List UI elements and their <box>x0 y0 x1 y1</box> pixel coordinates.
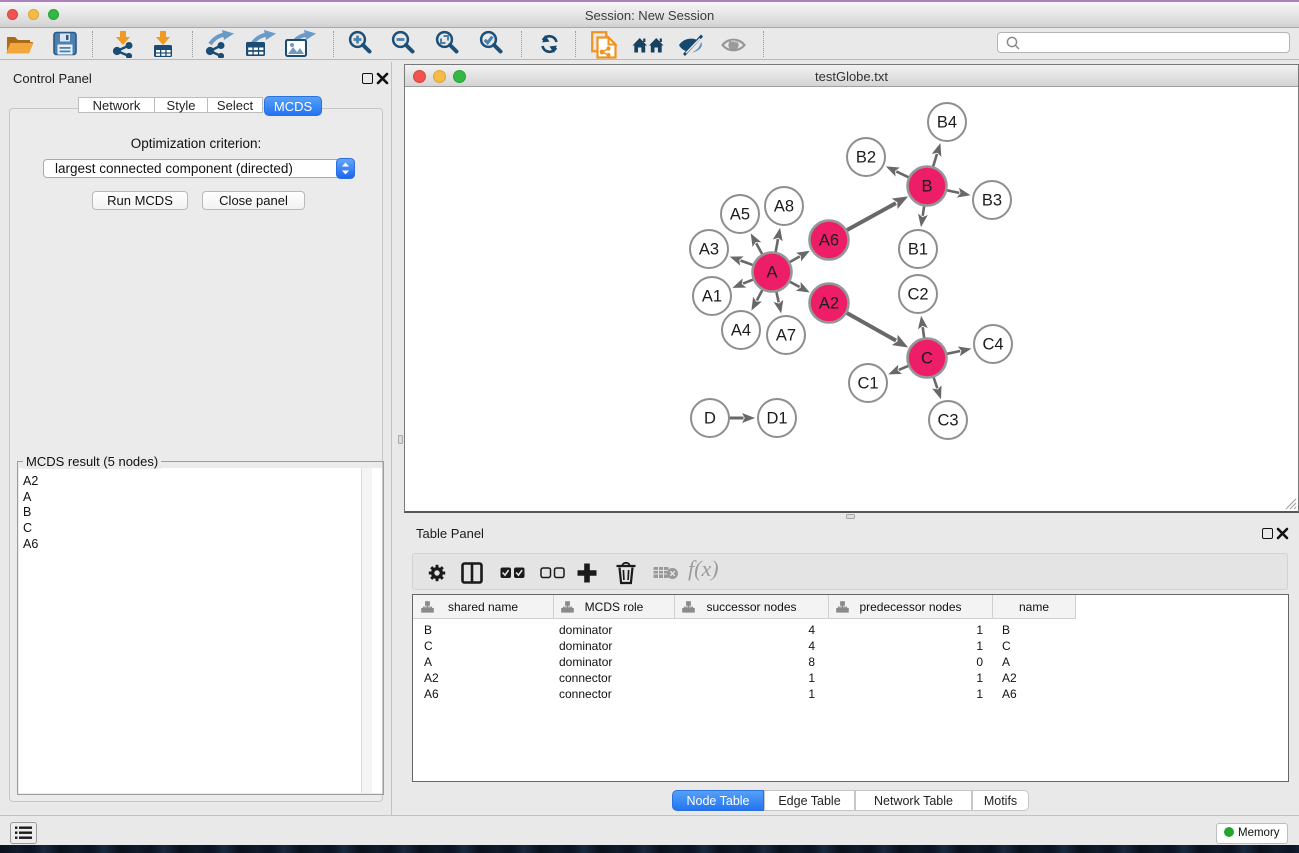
svg-text:D1: D1 <box>766 410 787 428</box>
svg-text:B2: B2 <box>856 149 876 167</box>
svg-text:A7: A7 <box>776 327 796 345</box>
svg-text:A2: A2 <box>819 295 839 313</box>
svg-text:B: B <box>921 178 932 196</box>
svg-text:A4: A4 <box>731 322 751 340</box>
svg-text:A3: A3 <box>699 241 719 259</box>
svg-text:A8: A8 <box>774 198 794 216</box>
svg-text:A6: A6 <box>819 232 839 250</box>
svg-text:B1: B1 <box>908 241 928 259</box>
svg-text:B3: B3 <box>982 192 1002 210</box>
svg-text:C: C <box>921 350 933 368</box>
svg-text:D: D <box>704 410 716 428</box>
svg-text:C2: C2 <box>907 286 928 304</box>
svg-text:C3: C3 <box>937 412 958 430</box>
svg-text:C1: C1 <box>857 375 878 393</box>
svg-text:C4: C4 <box>982 336 1003 354</box>
svg-text:A1: A1 <box>702 288 722 306</box>
svg-text:A: A <box>766 264 777 282</box>
svg-text:A5: A5 <box>730 206 750 224</box>
svg-text:B4: B4 <box>937 114 957 132</box>
